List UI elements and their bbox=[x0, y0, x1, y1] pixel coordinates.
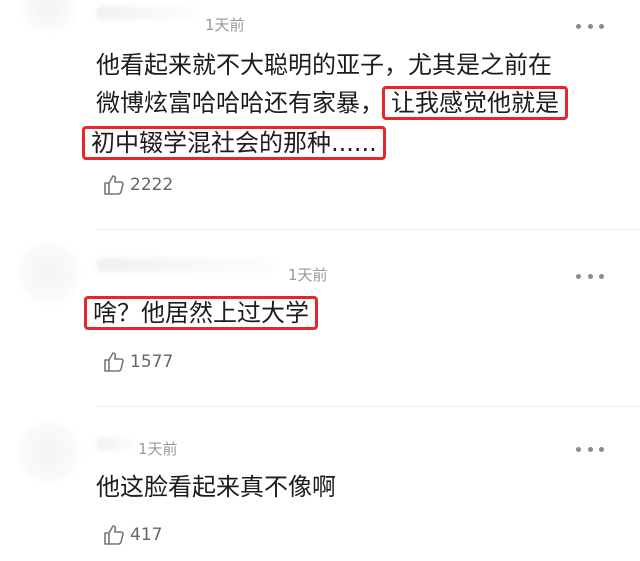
comment-text: 他看起来就不大聪明的亚子，尤其是之前在 微博炫富哈哈哈还有家暴， 让我感觉他就是 … bbox=[82, 46, 568, 162]
comment-3: 1天前 他这脸看起来真不像啊 417 bbox=[0, 407, 640, 561]
avatar[interactable] bbox=[18, 242, 80, 304]
comment-text-line-2: 微博炫富哈哈哈还有家暴， 让我感觉他就是 bbox=[96, 84, 568, 122]
like-count: 1577 bbox=[130, 352, 174, 372]
like-button[interactable]: 417 bbox=[102, 523, 162, 547]
comment-text: 啥？他居然上过大学 bbox=[84, 294, 318, 332]
comment-1: 1天前 他看起来就不大聪明的亚子，尤其是之前在 微博炫富哈哈哈还有家暴， 让我感觉… bbox=[0, 0, 640, 226]
more-options-icon[interactable] bbox=[576, 21, 604, 31]
comment-text-line-3: 初中辍学混社会的那种...... bbox=[82, 124, 568, 162]
thumbs-up-icon bbox=[104, 525, 124, 545]
like-button[interactable]: 1577 bbox=[102, 350, 173, 374]
thumbs-up-icon bbox=[104, 352, 124, 372]
avatar[interactable] bbox=[18, 0, 78, 30]
like-count: 2222 bbox=[130, 175, 174, 195]
comment-time: 1天前 bbox=[288, 266, 328, 284]
avatar[interactable] bbox=[18, 421, 80, 483]
comment-text-plain: 微博炫富哈哈哈还有家暴， bbox=[96, 89, 384, 117]
highlight-box: 初中辍学混社会的那种...... bbox=[82, 126, 386, 160]
highlight-box: 啥？他居然上过大学 bbox=[84, 296, 318, 330]
thumbs-up-icon bbox=[104, 175, 124, 195]
more-options-icon[interactable] bbox=[576, 271, 604, 281]
comment-text: 他这脸看起来真不像啊 bbox=[96, 473, 336, 501]
comment-time: 1天前 bbox=[205, 16, 245, 34]
username-redacted bbox=[96, 258, 276, 272]
comment-text-line-1: 他看起来就不大聪明的亚子，尤其是之前在 bbox=[96, 51, 552, 79]
more-options-icon[interactable] bbox=[576, 444, 604, 454]
username-redacted bbox=[96, 437, 136, 451]
username-redacted bbox=[96, 6, 196, 20]
comment-2: 1天前 啥？他居然上过大学 1577 bbox=[0, 230, 640, 406]
like-button[interactable]: 2222 bbox=[102, 173, 173, 197]
like-count: 417 bbox=[130, 525, 163, 545]
highlight-box: 让我感觉他就是 bbox=[382, 86, 568, 120]
comment-time: 1天前 bbox=[138, 440, 178, 458]
